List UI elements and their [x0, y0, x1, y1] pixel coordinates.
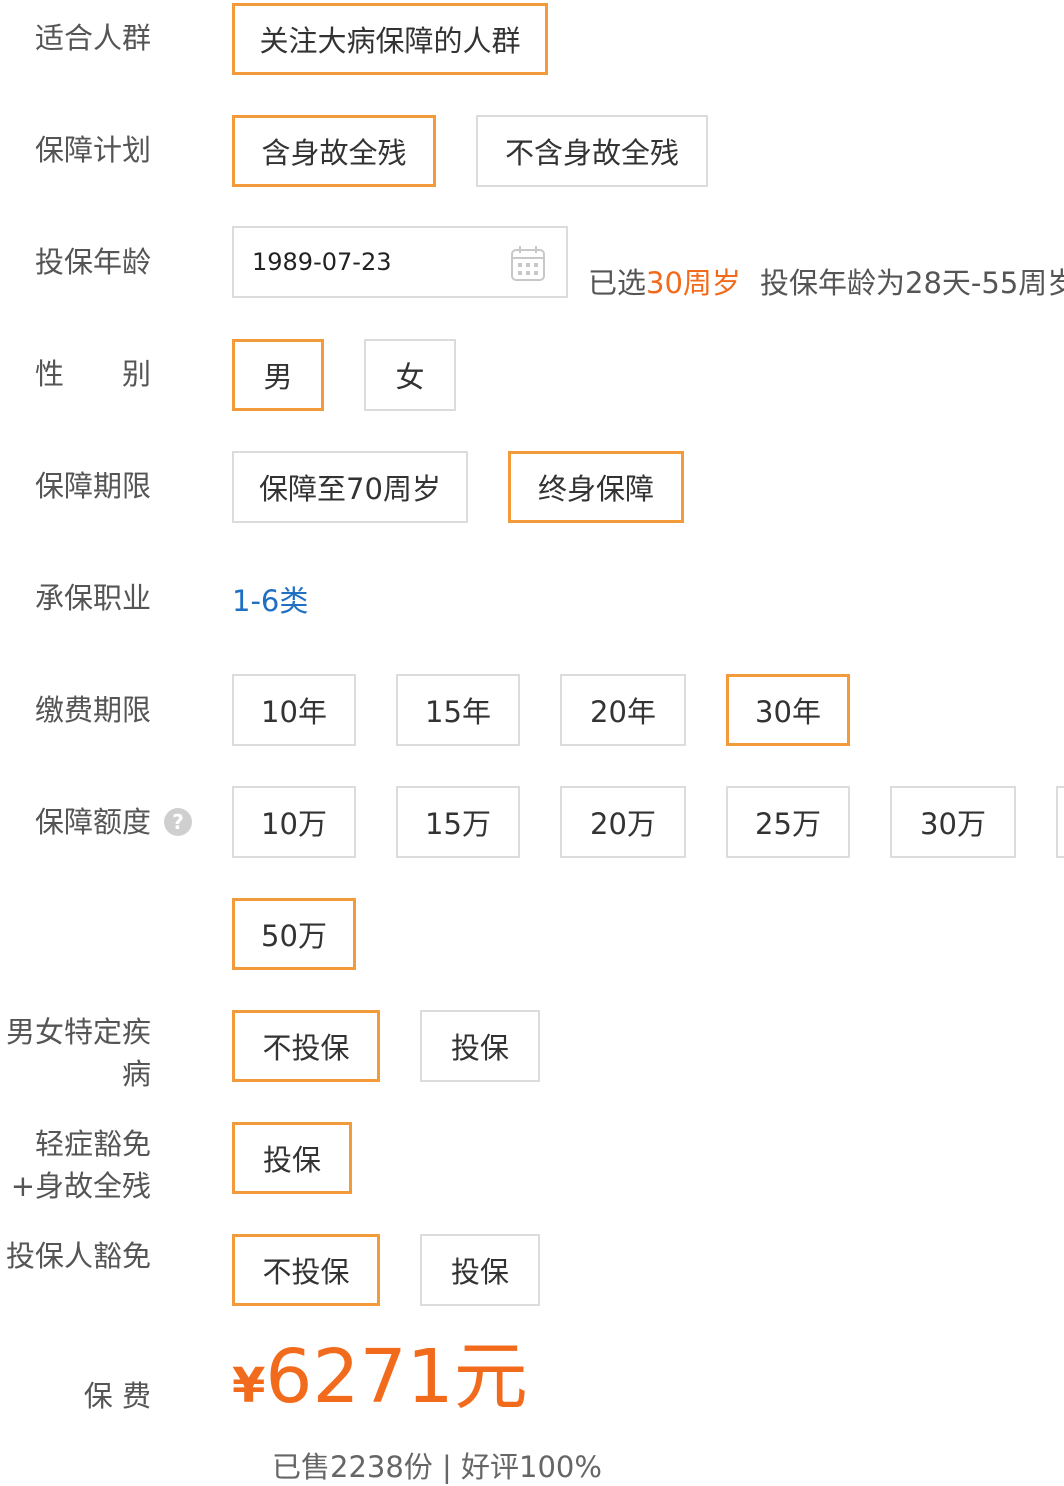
option-coverage-10w[interactable]: 10万	[232, 786, 356, 858]
option-payment-15y[interactable]: 15年	[396, 674, 520, 746]
option-payment-10y[interactable]: 10年	[232, 674, 356, 746]
option-term-to-70[interactable]: 保障至70周岁	[232, 451, 468, 523]
label-holder-waiver: 投保人豁免	[5, 1239, 151, 1273]
premium-amount: 6271元	[265, 1334, 528, 1420]
option-plan-with-death[interactable]: 含身故全残	[232, 115, 436, 187]
premium-price: ¥6271元	[232, 1340, 528, 1414]
age-range-note: 投保年龄为28天-55周岁	[760, 266, 1064, 300]
label-coverage: 保障额度	[34, 805, 151, 839]
option-gender-male[interactable]: 男	[232, 339, 324, 411]
option-holder-waiver-decline[interactable]: 不投保	[232, 1234, 380, 1306]
label-age: 投保年龄	[34, 245, 151, 279]
currency-symbol: ¥	[232, 1358, 266, 1414]
option-holder-waiver-insure[interactable]: 投保	[420, 1234, 540, 1306]
label-premium: 保 费	[83, 1379, 151, 1413]
option-gender-female[interactable]: 女	[364, 339, 456, 411]
option-coverage-30w[interactable]: 30万	[890, 786, 1016, 858]
option-coverage-25w[interactable]: 25万	[726, 786, 850, 858]
label-term: 保障期限	[34, 469, 151, 503]
birthdate-field[interactable]	[232, 226, 568, 298]
option-coverage-50w[interactable]: 50万	[232, 898, 356, 970]
label-occupation: 承保职业	[34, 581, 151, 615]
label-audience: 适合人群	[34, 21, 151, 55]
selected-age-prefix: 已选	[588, 266, 647, 300]
sales-stats: 已售2238份 | 好评100%	[272, 1450, 602, 1484]
option-gender-disease-decline[interactable]: 不投保	[232, 1010, 380, 1082]
label-gender: 性 别	[34, 357, 151, 391]
birthdate-input[interactable]	[252, 242, 492, 282]
option-payment-20y[interactable]: 20年	[560, 674, 686, 746]
label-gender-disease: 男女特定疾病	[5, 1015, 151, 1091]
help-icon[interactable]: ?	[164, 808, 192, 836]
option-term-lifetime[interactable]: 终身保障	[508, 451, 684, 523]
label-plan: 保障计划	[34, 133, 151, 167]
option-gender-disease-insure[interactable]: 投保	[420, 1010, 540, 1082]
label-payment-term: 缴费期限	[34, 693, 151, 727]
calendar-icon[interactable]	[510, 244, 546, 282]
option-mild-waiver-insure[interactable]: 投保	[232, 1122, 352, 1194]
occupation-link[interactable]: 1-6类	[232, 578, 308, 620]
option-coverage-15w[interactable]: 15万	[396, 786, 520, 858]
option-coverage-partial[interactable]	[1056, 786, 1064, 858]
option-audience-critical-illness[interactable]: 关注大病保障的人群	[232, 3, 548, 75]
label-mild-waiver: 轻症豁免+身故全残	[10, 1127, 151, 1203]
option-coverage-20w[interactable]: 20万	[560, 786, 686, 858]
option-plan-without-death[interactable]: 不含身故全残	[476, 115, 708, 187]
selected-age-note: 已选30周岁	[588, 260, 741, 302]
option-payment-30y[interactable]: 30年	[726, 674, 850, 746]
selected-age-value: 30周岁	[646, 266, 741, 300]
